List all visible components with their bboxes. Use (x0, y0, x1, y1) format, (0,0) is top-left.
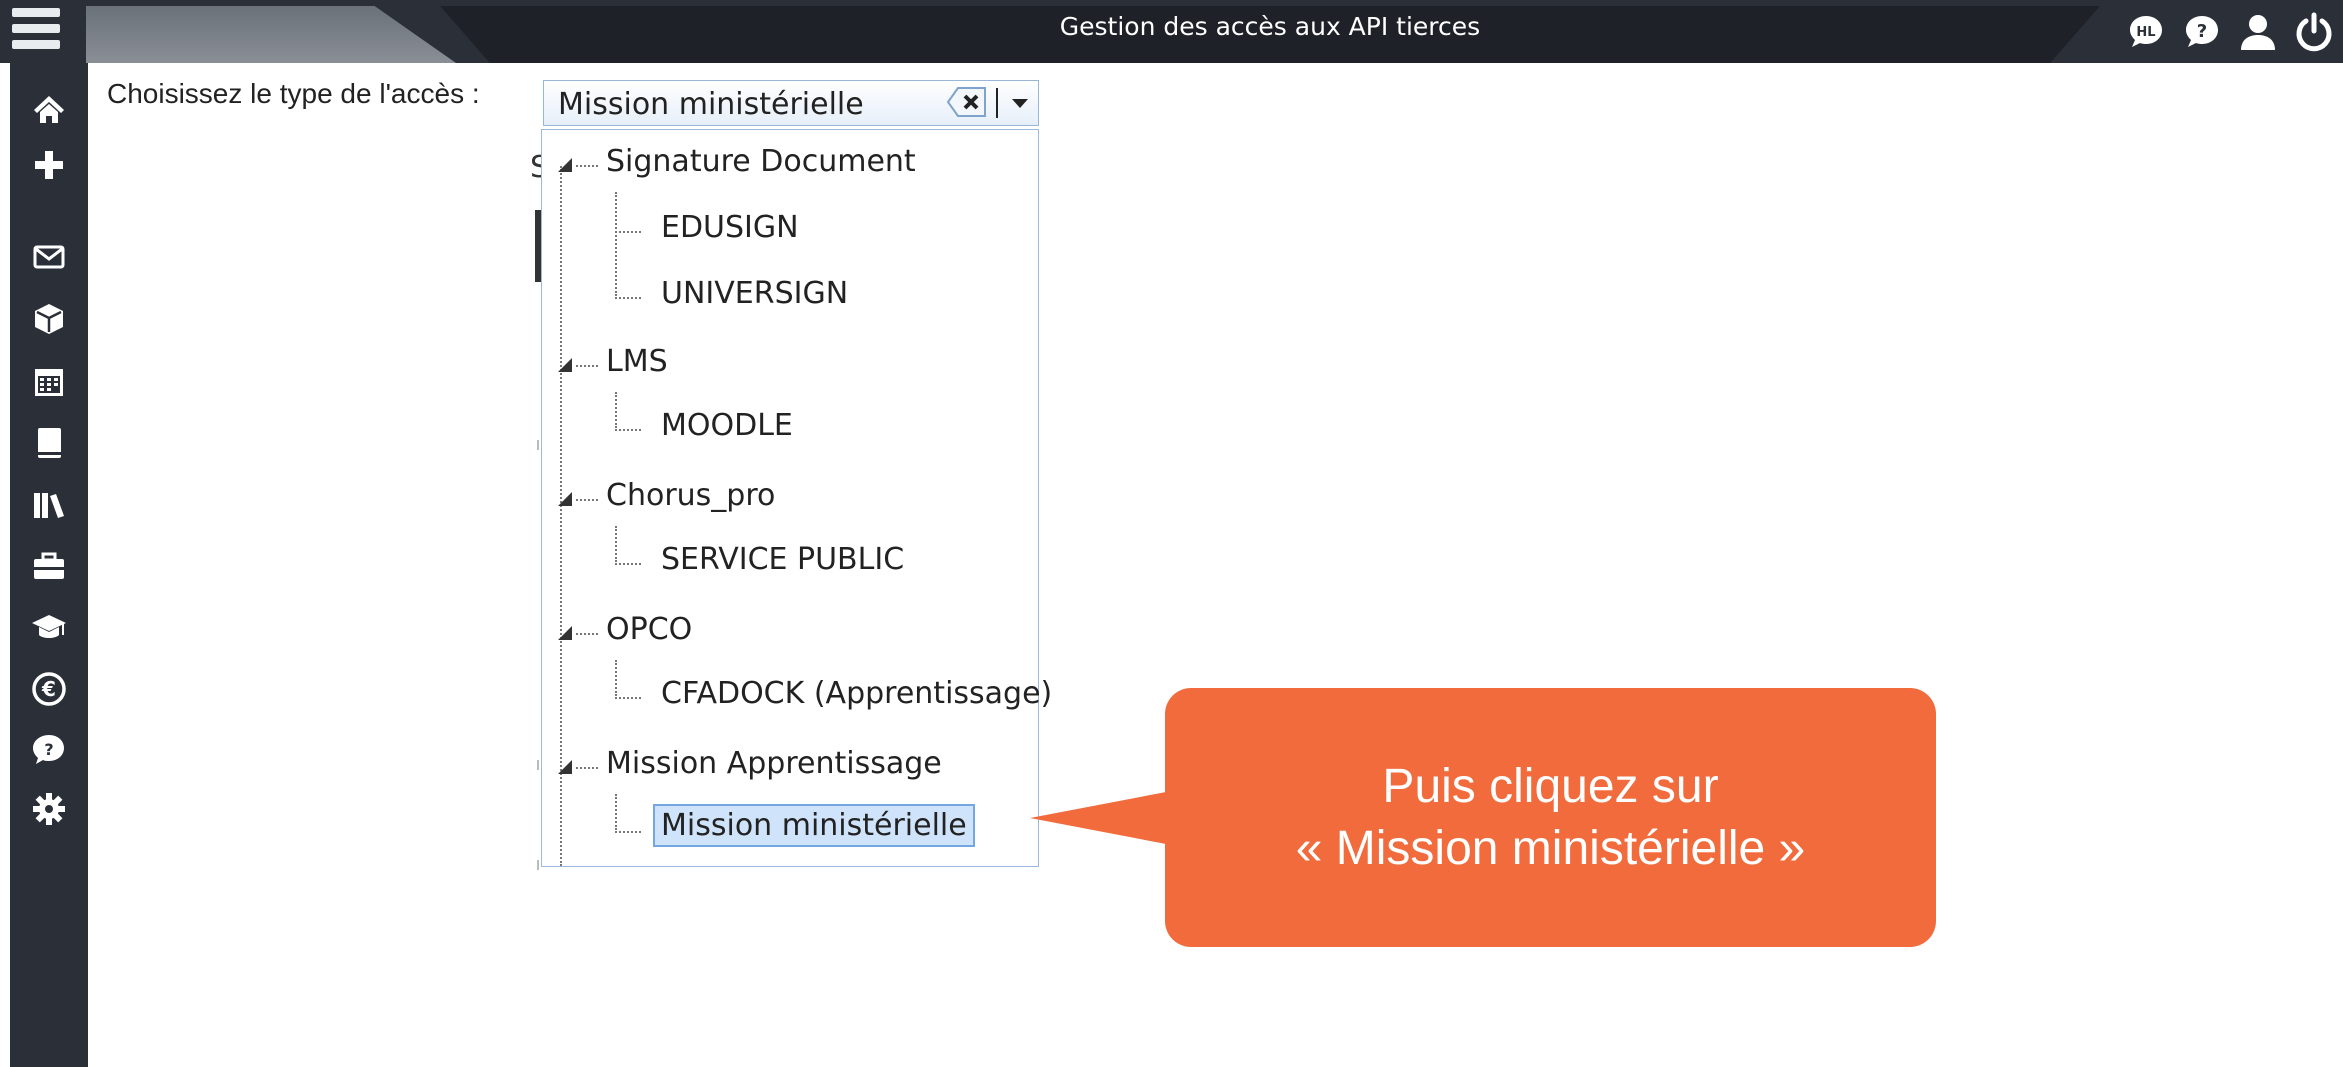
hidden-tick (537, 860, 539, 870)
tree-node-label[interactable]: MOODLE (661, 408, 793, 443)
sidebar: € ? (10, 63, 88, 1067)
svg-text:€: € (41, 677, 56, 701)
tree-node-universign[interactable]: UNIVERSIGN (542, 266, 1038, 328)
window-title: Gestion des accès aux API tierces (1059, 12, 1481, 41)
tree-node-chorus-pro[interactable]: Chorus_pro (542, 468, 1038, 530)
expanded-triangle-icon[interactable] (556, 624, 576, 642)
combobox-value: Mission ministérielle (558, 87, 864, 122)
inactive-tab[interactable] (86, 6, 456, 63)
briefcase-icon[interactable] (10, 543, 88, 591)
instruction-callout: Puis cliquez sur « Mission ministérielle… (1165, 688, 1936, 947)
tree-node-label[interactable]: LMS (606, 344, 668, 379)
tree-node-signature-document[interactable]: Signature Document (542, 134, 1038, 196)
tree-node-label[interactable]: SERVICE PUBLIC (661, 542, 904, 577)
expanded-triangle-icon[interactable] (556, 156, 576, 174)
svg-text:?: ? (2197, 21, 2207, 42)
help-chat-icon[interactable]: ? (2181, 11, 2223, 53)
hidden-tick (537, 760, 539, 770)
library-icon[interactable] (10, 481, 88, 529)
calendar-icon[interactable] (10, 358, 88, 406)
svg-text:?: ? (44, 740, 53, 759)
home-icon[interactable] (10, 85, 88, 133)
tree-node-mission-ministerielle[interactable]: Mission ministérielle (542, 800, 1038, 862)
envelope-icon[interactable] (10, 233, 88, 281)
expanded-triangle-icon[interactable] (556, 356, 576, 374)
tree-node-mission-apprentissage[interactable]: Mission Apprentissage (542, 736, 1038, 798)
power-icon[interactable] (2293, 11, 2335, 53)
hl-chat-icon[interactable]: HL (2125, 11, 2167, 53)
tree-node-label[interactable]: EDUSIGN (661, 210, 799, 245)
top-bar: Gestion des accès aux API tierces HL ? (0, 0, 2343, 63)
plus-icon[interactable] (10, 141, 88, 189)
tree-node-opco[interactable]: OPCO (542, 602, 1038, 664)
tree-node-moodle[interactable]: MOODLE (542, 398, 1038, 460)
expanded-triangle-icon[interactable] (556, 758, 576, 776)
tree-node-edusign[interactable]: EDUSIGN (542, 200, 1038, 262)
user-icon[interactable] (2237, 11, 2279, 53)
top-icons: HL ? (2125, 0, 2343, 63)
help-bubble-icon[interactable]: ? (10, 726, 88, 774)
tree-node-label[interactable]: Mission Apprentissage (606, 746, 942, 781)
cube-icon[interactable] (10, 295, 88, 343)
combobox-separator (996, 88, 998, 118)
tree-node-label[interactable]: CFADOCK (Apprentissage) (661, 676, 1052, 711)
tree-node-label-selected[interactable]: Mission ministérielle (653, 804, 975, 847)
tree-node-cfadock[interactable]: CFADOCK (Apprentissage) (542, 666, 1052, 728)
access-type-label: Choisissez le type de l'accès : (107, 78, 480, 109)
book-icon[interactable] (10, 419, 88, 467)
chevron-down-icon[interactable] (1006, 89, 1034, 117)
callout-line-1: Puis cliquez sur (1382, 760, 1719, 813)
clear-icon[interactable] (946, 86, 988, 118)
tree-node-label[interactable]: UNIVERSIGN (661, 276, 848, 311)
access-type-dropdown: Signature Document EDUSIGN UNIVERSIGN LM… (541, 129, 1052, 867)
tree-node-lms[interactable]: LMS (542, 334, 1038, 396)
tree-node-label[interactable]: Signature Document (606, 144, 916, 179)
gear-icon[interactable] (10, 785, 88, 833)
tree-node-service-public[interactable]: SERVICE PUBLIC (542, 532, 1038, 594)
hamburger-menu-icon[interactable] (10, 8, 78, 62)
callout-pointer (1030, 792, 1166, 844)
euro-icon[interactable]: € (10, 665, 88, 713)
hidden-tick (537, 440, 539, 450)
svg-text:HL: HL (2136, 25, 2155, 40)
callout-line-2: « Mission ministérielle » (1295, 822, 1806, 875)
expanded-triangle-icon[interactable] (556, 490, 576, 508)
access-type-combobox[interactable]: Mission ministérielle (543, 80, 1039, 126)
tree-node-label[interactable]: OPCO (606, 612, 692, 647)
tree-node-label[interactable]: Chorus_pro (606, 478, 775, 513)
callout-text: Puis cliquez sur « Mission ministérielle… (1165, 756, 1936, 880)
graduation-cap-icon[interactable] (10, 603, 88, 651)
